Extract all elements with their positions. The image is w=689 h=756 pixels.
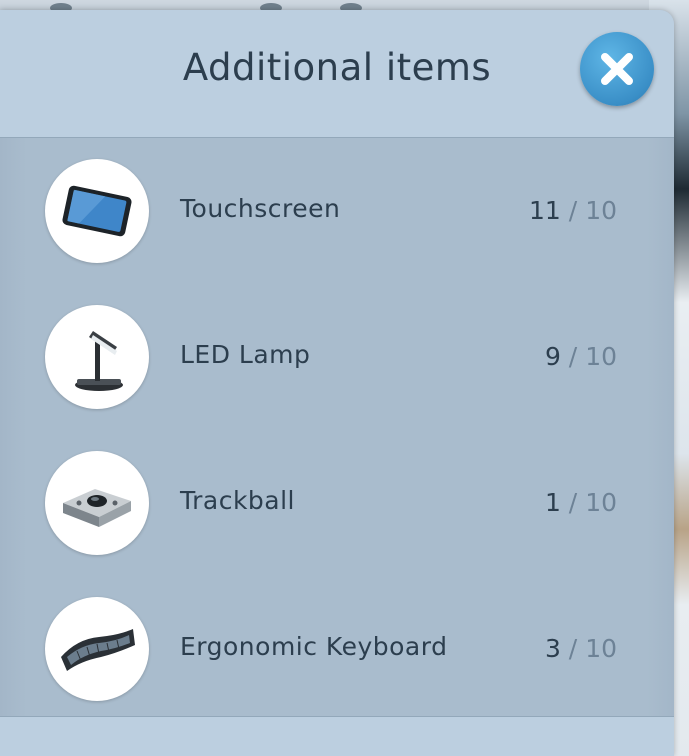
close-x-icon	[601, 53, 633, 85]
list-item: Trackball 1 / 10	[0, 430, 674, 576]
led-lamp-icon	[45, 305, 149, 409]
item-name: Ergonomic Keyboard	[180, 632, 448, 661]
max-count: 10	[585, 634, 617, 663]
touchscreen-icon	[45, 159, 149, 263]
list-item: LED Lamp 9 / 10	[0, 284, 674, 430]
item-count: 3 / 10	[545, 634, 617, 663]
owned-count: 11	[529, 196, 561, 225]
max-count: 10	[585, 342, 617, 371]
item-name: LED Lamp	[180, 340, 311, 369]
close-button[interactable]	[580, 32, 654, 106]
item-count: 11 / 10	[529, 196, 617, 225]
item-name: Trackball	[180, 486, 295, 515]
item-count: 1 / 10	[545, 488, 617, 517]
additional-items-dialog: Additional items Touchscreen 11 / 10 LED…	[0, 10, 674, 756]
item-count: 9 / 10	[545, 342, 617, 371]
owned-count: 3	[544, 634, 561, 663]
trackball-icon	[45, 451, 149, 555]
owned-count: 9	[544, 342, 561, 371]
count-separator: /	[568, 196, 578, 225]
max-count: 10	[585, 196, 617, 225]
dialog-header: Additional items	[0, 10, 674, 138]
items-list: Touchscreen 11 / 10 LED Lamp 9 / 10 Trac…	[0, 138, 674, 716]
list-item: Ergonomic Keyboard 3 / 10	[0, 576, 674, 722]
count-separator: /	[568, 342, 578, 371]
count-separator: /	[568, 634, 578, 663]
count-separator: /	[568, 488, 578, 517]
item-name: Touchscreen	[180, 194, 341, 223]
ergonomic-keyboard-icon	[45, 597, 149, 701]
owned-count: 1	[544, 488, 561, 517]
dialog-footer	[0, 716, 674, 756]
list-item: Touchscreen 11 / 10	[0, 138, 674, 284]
dialog-title: Additional items	[182, 46, 492, 89]
max-count: 10	[585, 488, 617, 517]
